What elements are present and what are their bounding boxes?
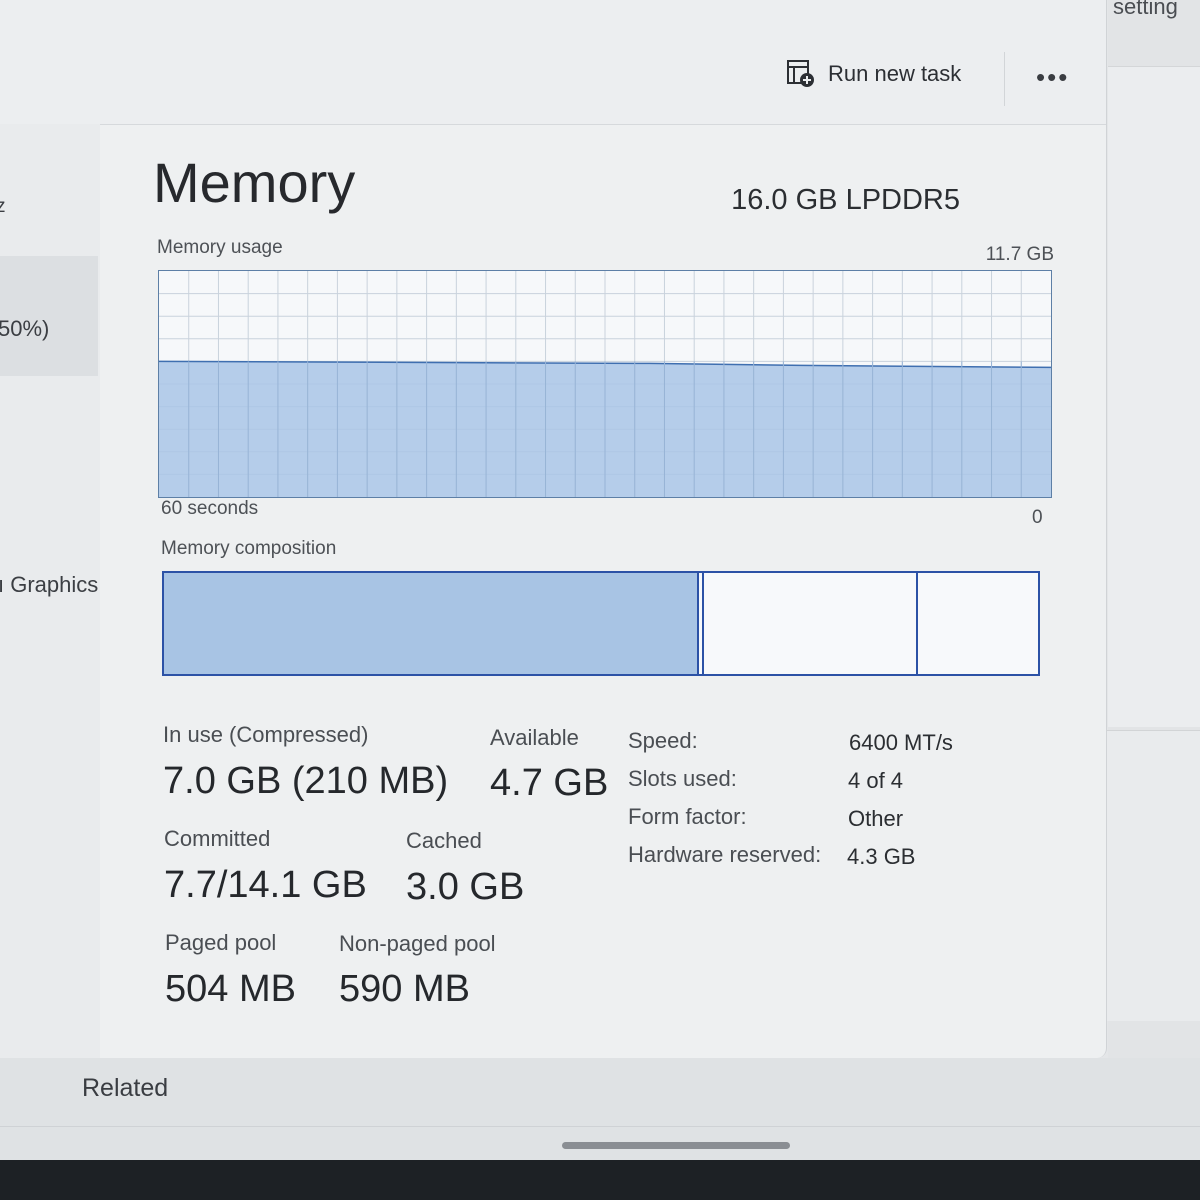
in-use-label: In use (Compressed) (163, 722, 369, 747)
sidebar-item-text: z (0, 196, 6, 217)
speed-label: Speed: (628, 728, 698, 753)
graph-time-label: 60 seconds (161, 498, 259, 519)
committed-value: 7.7/14.1 GB (164, 864, 367, 906)
composition-modified-divider (701, 573, 704, 674)
composition-in-use-segment (164, 573, 700, 674)
paged-pool-label: Paged pool (165, 930, 277, 955)
committed-label: Committed (164, 826, 271, 851)
slots-used-value: 4 of 4 (848, 768, 904, 793)
available-label: Available (490, 725, 579, 750)
run-task-icon (786, 59, 816, 89)
form-factor-label: Form factor: (628, 804, 747, 829)
sidebar-item-gpu-label[interactable]: ı Graphics (0, 572, 98, 598)
memory-composition-bar (162, 571, 1040, 676)
related-heading: Related (82, 1074, 169, 1102)
non-paged-pool-label: Non-paged pool (339, 931, 496, 956)
home-indicator (562, 1142, 790, 1149)
task-manager-window: z 50%) ı Graphics Run new task ••• Memor… (0, 0, 1107, 1058)
settings-heading: setting (1113, 0, 1178, 19)
memory-spec: 16.0 GB LPDDR5 (731, 184, 960, 216)
memory-composition-label: Memory composition (161, 538, 337, 559)
graph-min-label: 0 (1032, 507, 1043, 528)
memory-usage-graph (158, 270, 1052, 498)
hardware-reserved-label: Hardware reserved: (628, 842, 822, 867)
settings-divider (0, 1126, 1200, 1127)
available-value: 4.7 GB (490, 762, 609, 804)
toolbar-divider (1004, 52, 1005, 106)
more-options-button[interactable]: ••• (1036, 62, 1069, 93)
run-new-task-button[interactable]: Run new task (786, 56, 961, 92)
hardware-reserved-value: 4.3 GB (847, 844, 916, 869)
cached-value: 3.0 GB (406, 866, 525, 908)
cached-label: Cached (406, 828, 482, 853)
page-title: Memory (153, 151, 356, 214)
form-factor-value: Other (848, 806, 904, 831)
in-use-value: 7.0 GB (210 MB) (163, 760, 449, 802)
run-new-task-label: Run new task (828, 61, 962, 86)
paged-pool-value: 504 MB (165, 968, 296, 1010)
non-paged-pool-value: 590 MB (339, 968, 470, 1010)
composition-standby-divider (915, 573, 918, 674)
memory-usage-label: Memory usage (157, 237, 283, 258)
slots-used-label: Slots used: (628, 766, 737, 791)
memory-usage-max: 11.7 GB (985, 244, 1054, 265)
memory-usage-chart (159, 271, 1051, 497)
speed-value: 6400 MT/s (849, 730, 953, 755)
settings-card (1108, 66, 1200, 727)
screen-bezel (0, 1160, 1200, 1200)
sidebar-item-memory-percent: 50%) (0, 316, 50, 341)
